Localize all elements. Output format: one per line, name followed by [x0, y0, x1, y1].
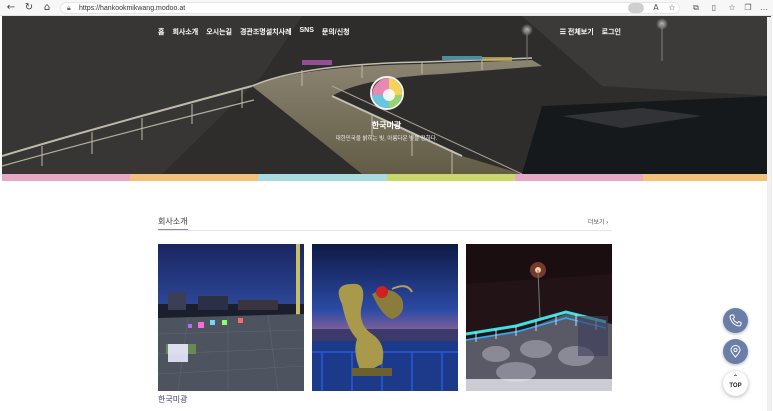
nav-item-company[interactable]: 회사소개 [172, 27, 198, 37]
stripe-segment [386, 174, 515, 181]
stripe-segment [2, 174, 131, 181]
gallery-photo-dragon[interactable] [312, 244, 458, 391]
main-nav: 홈 회사소개 오시는길 경관조명설치사례 SNS 문의/신청 [158, 27, 350, 37]
brand-name: 한국미광 [371, 121, 402, 130]
nav-item-inquiry[interactable]: 문의/신청 [322, 27, 350, 37]
card-caption: 한국미광 [158, 395, 188, 404]
lock-icon: 🔒︎ [67, 4, 71, 12]
nav-item-home[interactable]: 홈 [158, 27, 164, 37]
nav-item-sns[interactable]: SNS [300, 27, 314, 37]
view-all-button[interactable]: ☰ 전체보기 [560, 27, 594, 37]
split-screen-icon[interactable]: ▯ [708, 2, 720, 14]
location-pin-icon [730, 345, 741, 358]
section-title: 회사소개 [158, 217, 188, 226]
browser-toolbar: ← ↻ ⌂ 🔒︎ https://hankookmikwang.modoo.at… [0, 0, 773, 16]
hero-tagline: 대한민국을 밝히는 빛, 아름다운 빛을 전하다. [335, 136, 438, 142]
tracking-prevention-icon[interactable] [628, 3, 644, 13]
stripe-segment [642, 174, 772, 181]
stripe-segment [258, 174, 387, 181]
login-link[interactable]: 로그인 [602, 27, 621, 37]
favorites-list-icon[interactable]: ☆ [726, 2, 738, 14]
more-menu-icon[interactable]: … [758, 2, 770, 14]
extensions-icon[interactable]: ⧉ [690, 2, 702, 14]
nav-item-cases[interactable]: 경관조명설치사례 [240, 27, 292, 37]
brand-logo[interactable] [370, 76, 404, 110]
favorite-icon[interactable]: ☆ [666, 2, 678, 14]
stripe-segment [514, 174, 643, 181]
stripe-segment [130, 174, 259, 181]
hero-banner: 홈 회사소개 오시는길 경관조명설치사례 SNS 문의/신청 ☰ 전체보기 로그… [2, 16, 771, 174]
more-link[interactable]: 더보기 › [588, 217, 608, 226]
section-title-underline [158, 229, 188, 230]
nav-item-directions[interactable]: 오시는길 [206, 27, 232, 37]
phone-button[interactable] [723, 308, 748, 333]
home-icon[interactable]: ⌂ [40, 1, 54, 15]
address-bar[interactable]: 🔒︎ https://hankookmikwang.modoo.at [60, 2, 680, 14]
header-utilities: ☰ 전체보기 로그인 [560, 27, 621, 37]
url-text: https://hankookmikwang.modoo.at [79, 5, 186, 12]
gallery-photo-plaza[interactable] [158, 244, 304, 391]
chevron-up-icon: ⌃ [732, 375, 739, 381]
location-button[interactable] [723, 339, 748, 364]
gallery-photo-bridge[interactable] [466, 244, 612, 391]
collections-icon[interactable]: ❐ [742, 2, 754, 14]
reload-icon[interactable]: ↻ [22, 1, 36, 15]
logo-mark-icon [372, 78, 402, 108]
phone-icon [729, 314, 742, 327]
read-aloud-icon[interactable]: A [650, 2, 662, 14]
page-scrollbar[interactable] [767, 17, 772, 411]
section-divider [158, 230, 612, 231]
scroll-top-button[interactable]: ⌃ TOP [723, 371, 748, 396]
back-icon[interactable]: ← [4, 1, 18, 15]
top-label: TOP [729, 383, 742, 389]
color-stripe [2, 174, 772, 181]
